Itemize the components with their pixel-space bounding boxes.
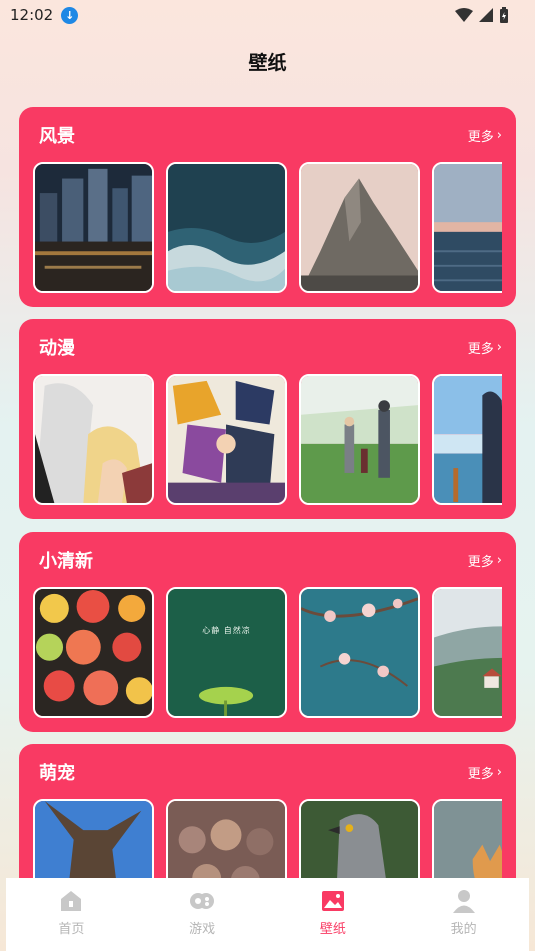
gamepad-icon [190, 893, 215, 909]
wallpaper-thumb-green-text[interactable]: 心静 自然凉 [166, 587, 287, 718]
category-title: 风景 [39, 126, 75, 147]
more-label: 更多 [467, 341, 494, 357]
wallpaper-thumb-city[interactable] [33, 162, 154, 293]
wallpaper-thumb-anime-4[interactable] [432, 374, 502, 505]
category-card-pets: 萌宠 更多 › [19, 744, 516, 894]
category-title: 萌宠 [39, 763, 75, 784]
chevron-right-icon: › [496, 764, 502, 780]
more-label: 更多 [467, 129, 494, 145]
wallpaper-thumb-anime-3[interactable] [299, 374, 420, 505]
status-time: 12:02 [10, 6, 54, 24]
more-label: 更多 [467, 766, 494, 782]
category-title: 动漫 [39, 338, 75, 359]
download-icon: ↓ [61, 6, 79, 24]
battery-icon [500, 7, 508, 23]
category-title: 小清新 [39, 551, 93, 572]
bottom-tab-bar: 首页 游戏 壁纸 我的 [6, 878, 529, 951]
tab-mine[interactable]: 我的 [398, 878, 529, 951]
tab-label: 我的 [450, 922, 477, 937]
chevron-right-icon: › [496, 552, 502, 568]
more-link[interactable]: 更多 › [468, 763, 502, 782]
wallpaper-thumb-blossom[interactable] [299, 587, 420, 718]
tab-label: 壁纸 [319, 922, 346, 937]
home-icon [61, 891, 82, 911]
wifi-icon [455, 8, 473, 22]
category-card-fresh: 小清新 更多 › 心静 自然凉 [19, 532, 516, 732]
thumb-caption: 心静 自然凉 [202, 626, 251, 635]
wallpaper-thumb-mountain[interactable] [299, 162, 420, 293]
wallpaper-thumb-anime-1[interactable] [33, 374, 154, 505]
tab-wallpaper[interactable]: 壁纸 [268, 878, 399, 951]
tab-label: 首页 [58, 922, 85, 937]
page-title: 壁纸 [248, 52, 287, 74]
category-card-anime: 动漫 更多 › [19, 319, 516, 519]
more-link[interactable]: 更多 › [468, 126, 502, 145]
status-bar: 12:02 ↓ [0, 0, 535, 30]
wallpaper-thumb-hills[interactable] [432, 587, 502, 718]
signal-icon [479, 8, 493, 22]
more-link[interactable]: 更多 › [468, 338, 502, 357]
user-icon [452, 890, 475, 913]
tab-label: 游戏 [189, 922, 216, 937]
more-link[interactable]: 更多 › [468, 551, 502, 570]
tab-games[interactable]: 游戏 [137, 878, 268, 951]
wallpaper-thumb-ocean-wave[interactable] [166, 162, 287, 293]
wallpaper-thumb-anime-2[interactable] [166, 374, 287, 505]
category-card-landscape: 风景 更多 › [19, 107, 516, 307]
wallpaper-icon [321, 891, 344, 911]
chevron-right-icon: › [496, 127, 502, 143]
chevron-right-icon: › [496, 339, 502, 355]
wallpaper-thumb-sea[interactable] [432, 162, 502, 293]
wallpaper-thumb-citrus[interactable] [33, 587, 154, 718]
more-label: 更多 [467, 554, 494, 570]
tab-home[interactable]: 首页 [6, 878, 137, 951]
